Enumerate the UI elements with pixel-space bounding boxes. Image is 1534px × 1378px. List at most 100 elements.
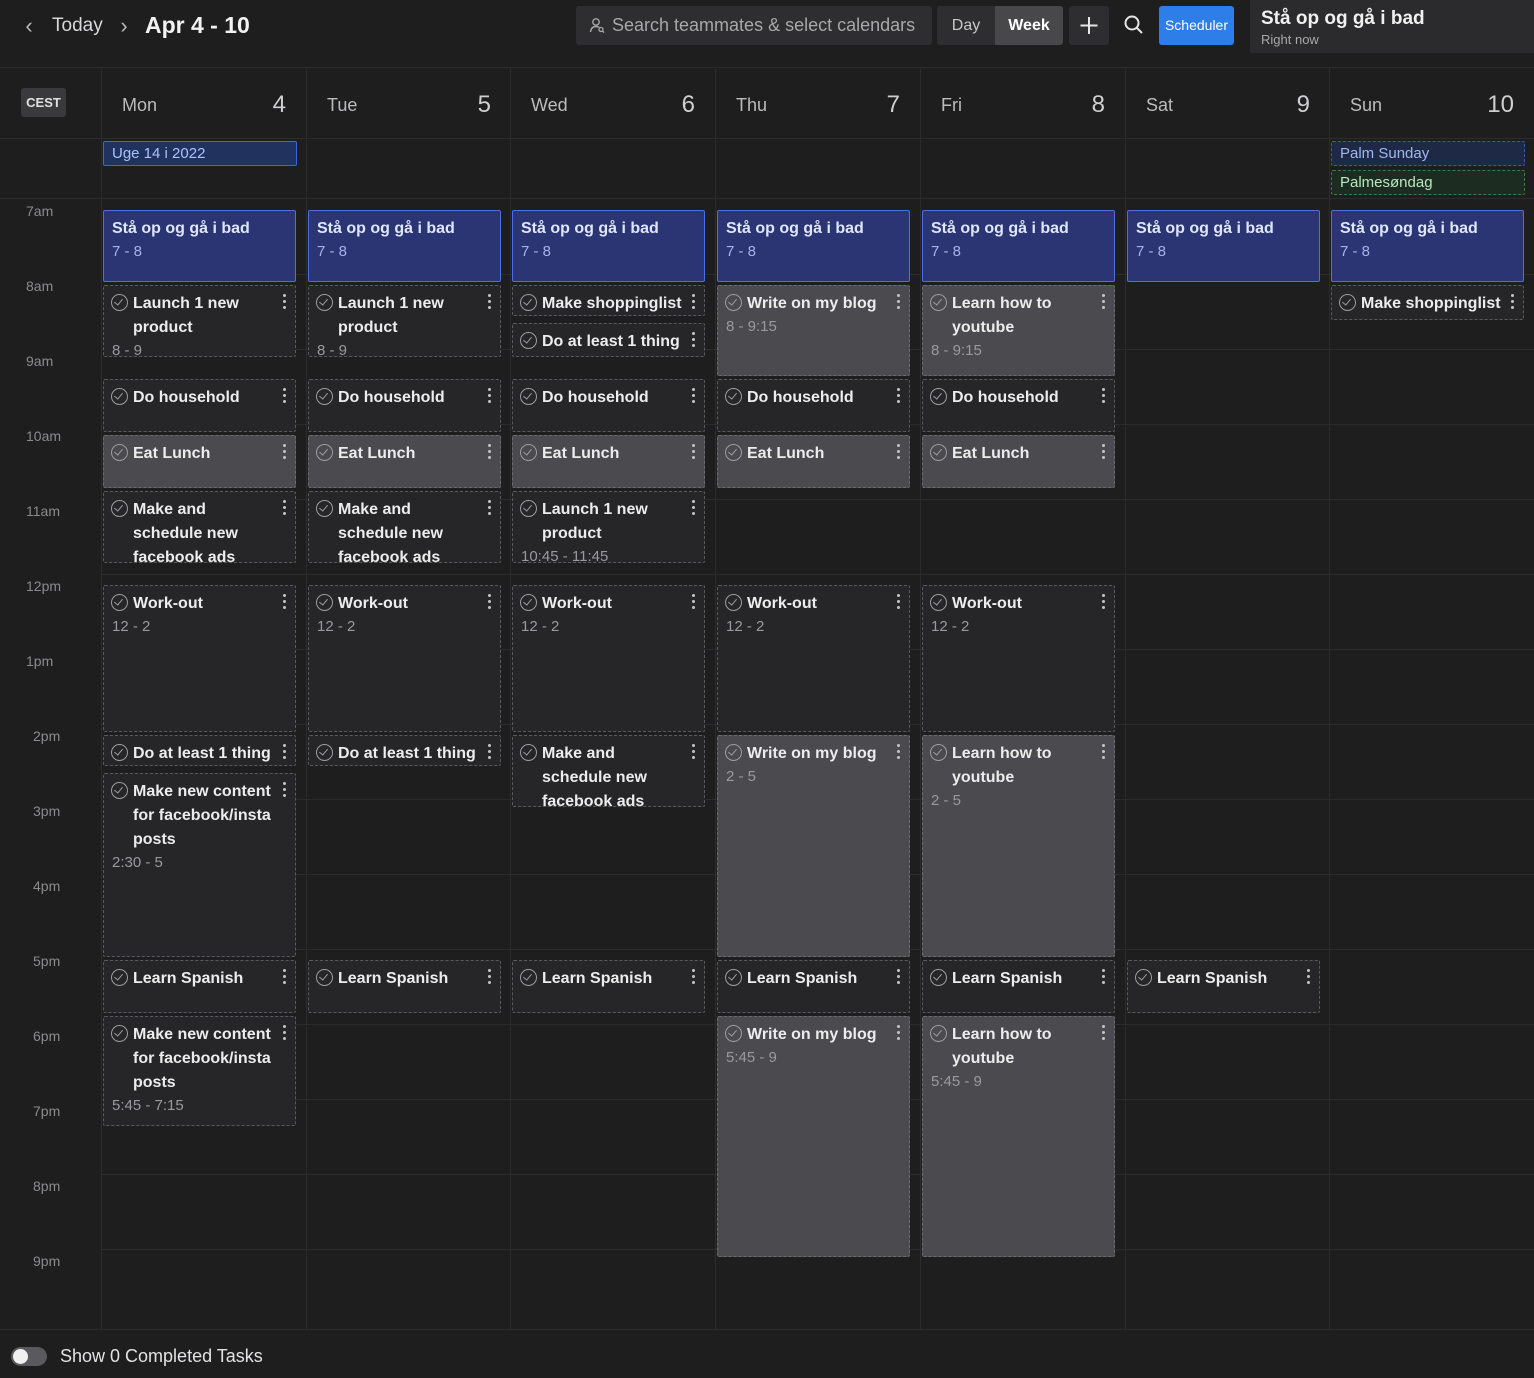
task-event[interactable]: Make shoppinglist (512, 285, 705, 316)
task-event[interactable]: Learn Spanish (1127, 960, 1320, 1014)
complete-check-icon[interactable] (520, 331, 537, 349)
add-button[interactable] (1069, 6, 1109, 45)
routine-event[interactable]: Stå op og gå i bad 7 - 8 (1331, 210, 1524, 282)
more-options-icon[interactable] (1099, 744, 1107, 760)
today-button[interactable]: Today (52, 15, 103, 37)
routine-event[interactable]: Stå op og gå i bad 7 - 8 (717, 210, 910, 282)
task-event[interactable]: Learn Spanish (512, 960, 705, 1014)
search-button[interactable] (1114, 6, 1154, 45)
complete-check-icon[interactable] (930, 387, 947, 405)
search-teammates-input[interactable]: Search teammates & select calendars (576, 6, 932, 45)
more-options-icon[interactable] (485, 744, 493, 760)
complete-check-icon[interactable] (111, 294, 128, 311)
current-event-card[interactable]: Stå op og gå i bad Right now (1250, 0, 1534, 53)
task-event[interactable]: Eat Lunch (922, 435, 1115, 489)
day-header-sat[interactable]: Sat 9 (1125, 69, 1330, 139)
more-options-icon[interactable] (689, 331, 697, 348)
task-event[interactable]: Do household (103, 378, 296, 432)
complete-check-icon[interactable] (930, 744, 947, 761)
day-header-sun[interactable]: Sun 10 (1329, 69, 1534, 139)
more-options-icon[interactable] (689, 294, 697, 310)
more-options-icon[interactable] (1508, 294, 1516, 310)
complete-check-icon[interactable] (1339, 294, 1356, 311)
day-header-mon[interactable]: Mon 4 (101, 69, 306, 139)
complete-check-icon[interactable] (316, 444, 333, 461)
task-event[interactable]: Work-out 12 - 2 (717, 585, 910, 732)
more-options-icon[interactable] (485, 387, 493, 404)
more-options-icon[interactable] (485, 444, 493, 460)
complete-check-icon[interactable] (520, 594, 537, 611)
more-options-icon[interactable] (894, 1025, 902, 1041)
all-day-event[interactable]: Palmesøndag (1331, 170, 1525, 195)
more-options-icon[interactable] (689, 500, 697, 516)
task-event[interactable]: Make and schedule new facebook ads10:45 … (308, 491, 501, 564)
complete-check-icon[interactable] (111, 969, 128, 986)
all-day-cell[interactable] (510, 139, 715, 199)
task-event[interactable]: Write on my blog 2 - 5 (717, 735, 910, 957)
more-options-icon[interactable] (485, 969, 493, 985)
complete-check-icon[interactable] (725, 594, 742, 611)
task-event[interactable]: Learn how to youtube 5:45 - 9 (922, 1016, 1115, 1257)
scheduler-button[interactable]: Scheduler (1159, 6, 1234, 45)
complete-check-icon[interactable] (520, 387, 537, 405)
complete-check-icon[interactable] (1135, 969, 1152, 986)
routine-event[interactable]: Stå op og gå i bad 7 - 8 (308, 210, 501, 282)
complete-check-icon[interactable] (111, 387, 128, 405)
routine-event[interactable]: Stå op og gå i bad 7 - 8 (1127, 210, 1320, 282)
complete-check-icon[interactable] (725, 444, 742, 461)
complete-check-icon[interactable] (930, 444, 947, 461)
more-options-icon[interactable] (894, 744, 902, 760)
task-event[interactable]: Launch 1 new product 8 - 9 (103, 285, 296, 357)
task-event[interactable]: Do household (922, 378, 1115, 432)
more-options-icon[interactable] (894, 594, 902, 610)
complete-check-icon[interactable] (316, 744, 333, 761)
all-day-event[interactable]: Uge 14 i 2022 (103, 141, 297, 166)
task-event[interactable]: Write on my blog 5:45 - 9 (717, 1016, 910, 1257)
task-event[interactable]: Do household (308, 378, 501, 432)
task-event[interactable]: Learn Spanish (922, 960, 1115, 1014)
more-options-icon[interactable] (689, 387, 697, 404)
more-options-icon[interactable] (1099, 444, 1107, 460)
task-event[interactable]: Do at least 1 thing (308, 735, 501, 766)
next-week-icon[interactable]: › (112, 14, 136, 38)
task-event[interactable]: Do at least 1 thing (103, 735, 296, 766)
day-header-tue[interactable]: Tue 5 (306, 69, 511, 139)
more-options-icon[interactable] (280, 969, 288, 985)
week-view-button[interactable]: Week (995, 6, 1063, 45)
more-options-icon[interactable] (280, 294, 288, 310)
task-event[interactable]: Launch 1 new product 10:45 - 11:45 (512, 491, 705, 564)
task-event[interactable]: Make shoppinglist (1331, 285, 1524, 320)
task-event[interactable]: Make and schedule new facebook ads2 - 3 (512, 735, 705, 807)
complete-check-icon[interactable] (520, 500, 537, 518)
task-event[interactable]: Eat Lunch (103, 435, 296, 489)
task-event[interactable]: Do household (512, 378, 705, 432)
task-event[interactable]: Eat Lunch (308, 435, 501, 489)
more-options-icon[interactable] (689, 444, 697, 460)
more-options-icon[interactable] (689, 594, 697, 610)
day-view-button[interactable]: Day (937, 6, 995, 45)
complete-check-icon[interactable] (930, 1025, 947, 1043)
task-event[interactable]: Work-out 12 - 2 (512, 585, 705, 732)
more-options-icon[interactable] (280, 1025, 288, 1041)
more-options-icon[interactable] (485, 500, 493, 516)
all-day-cell[interactable] (920, 139, 1125, 199)
task-event[interactable]: Work-out 12 - 2 (308, 585, 501, 732)
day-header-thu[interactable]: Thu 7 (715, 69, 920, 139)
task-event[interactable]: Make and schedule new facebook ads10:45 … (103, 491, 296, 564)
task-event[interactable]: Learn how to youtube 2 - 5 (922, 735, 1115, 957)
more-options-icon[interactable] (1099, 387, 1107, 404)
complete-check-icon[interactable] (316, 387, 333, 405)
complete-check-icon[interactable] (111, 594, 128, 611)
task-event[interactable]: Eat Lunch (717, 435, 910, 489)
complete-check-icon[interactable] (111, 444, 128, 461)
task-event[interactable]: Learn how to youtube 8 - 9:15 (922, 285, 1115, 376)
routine-event[interactable]: Stå op og gå i bad 7 - 8 (922, 210, 1115, 282)
prev-week-icon[interactable]: ‹ (17, 14, 41, 38)
complete-check-icon[interactable] (520, 969, 537, 986)
complete-check-icon[interactable] (111, 500, 128, 518)
more-options-icon[interactable] (280, 500, 288, 516)
more-options-icon[interactable] (280, 594, 288, 610)
task-event[interactable]: Work-out 12 - 2 (103, 585, 296, 732)
more-options-icon[interactable] (485, 294, 493, 310)
complete-check-icon[interactable] (930, 294, 947, 311)
